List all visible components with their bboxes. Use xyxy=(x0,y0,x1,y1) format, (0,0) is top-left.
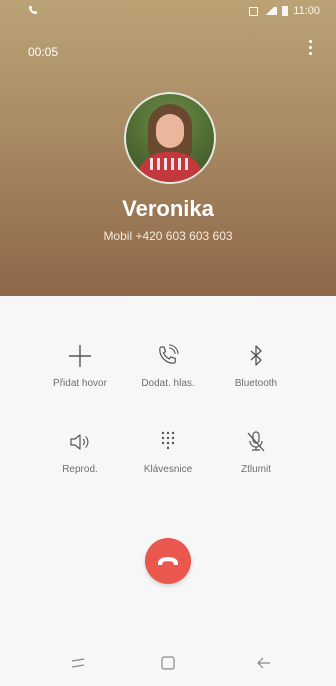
back-icon[interactable] xyxy=(250,652,278,674)
call-header: 11:00 00:05 Veronika Mobil +420 603 603 … xyxy=(0,0,336,296)
bluetooth-label: Bluetooth xyxy=(234,378,278,389)
phone-call-icon xyxy=(28,4,38,18)
speaker-button[interactable]: Reprod. xyxy=(32,426,128,490)
status-time: 11:00 xyxy=(293,5,320,17)
keypad-icon xyxy=(120,428,216,458)
add-call-label: Přidat hovor xyxy=(53,378,107,389)
battery-icon xyxy=(282,6,289,16)
hang-up-icon xyxy=(158,557,178,565)
navigation-bar xyxy=(0,640,336,686)
voice-extra-label: Dodat. hlas. xyxy=(141,378,195,389)
bluetooth-icon xyxy=(208,342,304,372)
add-call-button[interactable]: Přidat hovor xyxy=(32,340,128,404)
bluetooth-button[interactable]: Bluetooth xyxy=(208,340,304,404)
home-icon[interactable] xyxy=(154,652,182,674)
speaker-label: Reprod. xyxy=(62,464,98,475)
mute-button[interactable]: Ztlumit xyxy=(208,426,304,490)
notification-icon xyxy=(249,6,259,16)
end-call-button[interactable] xyxy=(145,538,191,584)
voice-extra-button[interactable]: Dodat. hlas. xyxy=(120,340,216,404)
mute-mic-icon xyxy=(208,428,304,458)
plus-icon xyxy=(32,342,128,372)
speaker-icon xyxy=(32,428,128,458)
status-bar: 11:00 xyxy=(0,0,336,22)
more-options-icon[interactable] xyxy=(306,40,314,60)
call-timer: 00:05 xyxy=(28,45,59,59)
phone-voice-icon xyxy=(120,342,216,372)
contact-number: Mobil +420 603 603 603 xyxy=(103,229,233,243)
mute-label: Ztlumit xyxy=(241,464,271,475)
keypad-button[interactable]: Klávesnice xyxy=(120,426,216,490)
avatar xyxy=(124,92,216,184)
signal-icon xyxy=(263,7,278,15)
recent-apps-icon[interactable] xyxy=(64,652,92,674)
contact-name: Veronika xyxy=(122,196,214,221)
keypad-label: Klávesnice xyxy=(143,464,193,475)
status-icons: 11:00 xyxy=(249,5,320,17)
